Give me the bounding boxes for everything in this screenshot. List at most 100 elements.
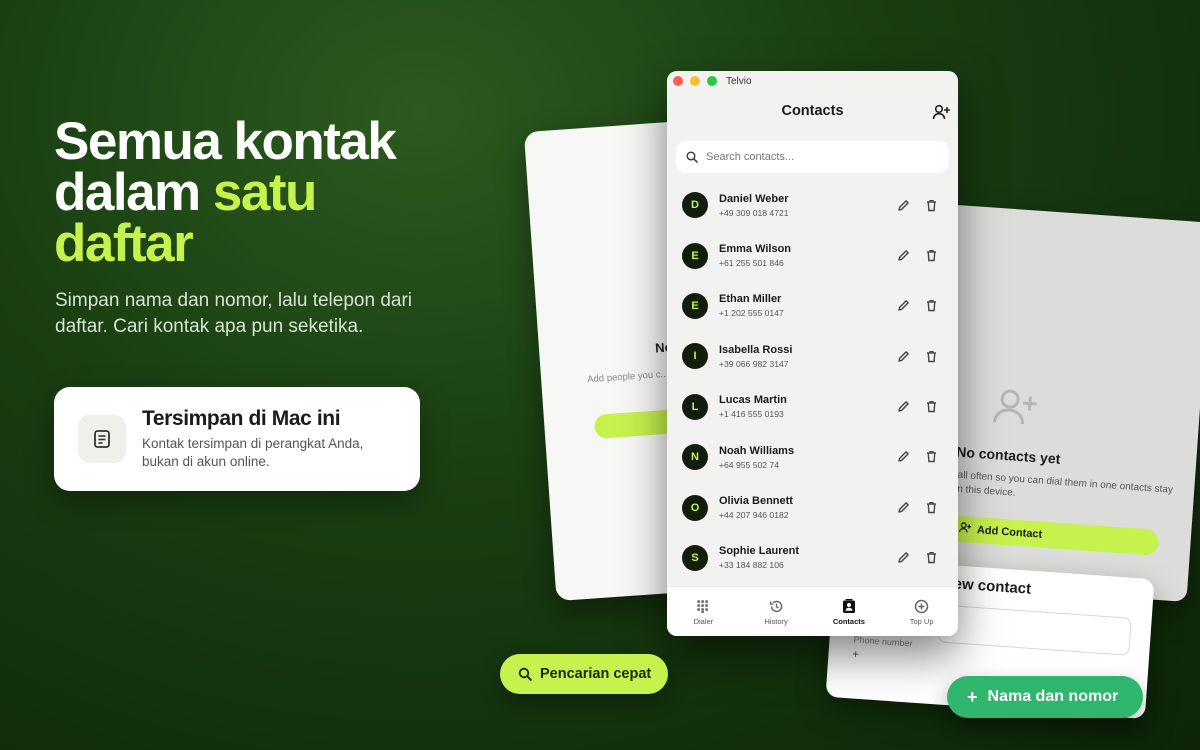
contact-info: Noah Williams +64 955 502 74 <box>719 445 794 470</box>
contact-phone: +49 309 018 4721 <box>719 207 789 218</box>
tab-history[interactable]: History <box>740 587 813 636</box>
edit-icon[interactable] <box>894 398 912 416</box>
contact-name: Sophie Laurent <box>719 545 800 558</box>
trash-icon[interactable] <box>922 297 940 315</box>
contact-phone: +61 255 501 846 <box>719 258 784 269</box>
background-card-right: No contacts yet call often so you can di… <box>917 204 1200 602</box>
edit-icon[interactable] <box>894 196 912 214</box>
contacts-header: Contacts <box>667 91 958 135</box>
search-icon <box>686 151 698 163</box>
row-actions <box>884 549 940 567</box>
contact-row[interactable]: O Olivia Bennett +44 207 946 0182 <box>667 482 958 532</box>
contact-row[interactable]: E Emma Wilson +61 255 501 846 <box>667 230 958 280</box>
avatar: D <box>682 192 708 219</box>
trash-icon[interactable] <box>922 246 940 264</box>
trash-icon[interactable] <box>922 448 940 466</box>
contact-name: Isabella Rossi <box>719 343 793 356</box>
contact-info: Lucas Martin +1 416 555 0193 <box>719 394 787 419</box>
contact-row[interactable]: L Lucas Martin +1 416 555 0193 <box>667 382 958 432</box>
headline-line-2: dalam satu <box>54 166 494 219</box>
edit-icon[interactable] <box>894 246 912 264</box>
contact-row[interactable]: D Daniel Weber +49 309 018 4721 <box>667 180 958 230</box>
add-user-icon <box>932 104 950 120</box>
contact-row[interactable]: S Sophie Laurent +33 184 882 106 <box>667 533 958 583</box>
tab-label: Top Up <box>909 617 934 626</box>
edit-icon[interactable] <box>894 448 912 466</box>
contact-name: Daniel Weber <box>719 192 789 205</box>
zoom-window-button[interactable] <box>707 76 717 86</box>
contact-name: Emma Wilson <box>719 243 792 256</box>
name-and-number-pill: + Nama dan nomor <box>947 676 1143 718</box>
contact-row[interactable]: E Ethan Miller +1 202 555 0147 <box>667 281 958 331</box>
avatar: N <box>682 444 708 471</box>
quick-search-pill: Pencarian cepat <box>500 654 668 694</box>
info-card-title: Tersimpan di Mac ini <box>142 407 341 430</box>
contact-list: D Daniel Weber +49 309 018 4721 E Emma Wilso… <box>667 180 958 585</box>
edit-icon[interactable] <box>894 297 912 315</box>
tab-bar: Dialer History Contacts Top Up <box>667 586 958 636</box>
plus-circle-icon <box>914 597 929 615</box>
tab-dialer[interactable]: Dialer <box>667 587 740 636</box>
hero-headline: Semua kontak dalam satu daftar <box>54 112 494 270</box>
edit-icon[interactable] <box>894 347 912 365</box>
contact-name: Noah Williams <box>719 444 795 457</box>
page-title: Contacts <box>781 103 844 119</box>
info-card-description: Kontak tersimpan di perangkat Anda, buka… <box>142 436 364 469</box>
minimize-window-button[interactable] <box>690 76 700 86</box>
tab-top-up[interactable]: Top Up <box>885 587 958 636</box>
contact-phone: +1 416 555 0193 <box>719 409 784 420</box>
close-window-button[interactable] <box>673 76 683 86</box>
empty-state-title: No contacts yet <box>955 443 1061 467</box>
edit-icon[interactable] <box>894 498 912 516</box>
contact-row[interactable]: I Isabella Rossi +39 066 982 3147 <box>667 331 958 381</box>
contact-name: Ethan Miller <box>719 293 782 306</box>
edit-icon[interactable] <box>894 549 912 567</box>
trash-icon[interactable] <box>922 498 940 516</box>
plus-icon: + <box>967 686 978 707</box>
row-actions <box>884 196 940 214</box>
new-contact-title: ew contact <box>953 575 1032 598</box>
tab-label: Contacts <box>832 617 865 626</box>
search-input[interactable] <box>706 151 926 163</box>
dialpad-icon <box>696 597 710 615</box>
contact-name: Olivia Bennett <box>719 495 793 508</box>
contact-phone: +39 066 982 3147 <box>719 358 789 369</box>
app-window: Telvio Contacts D Daniel Weber +49 309 018… <box>667 71 958 636</box>
app-name: Telvio <box>726 75 752 87</box>
empty-state-text: call often so you can dial them in one o… <box>951 469 1174 499</box>
contact-row[interactable]: N Noah Williams +64 955 502 74 <box>667 432 958 482</box>
contact-info: Daniel Weber +49 309 018 4721 <box>719 193 789 218</box>
add-contact-button[interactable]: Add Contact <box>948 515 1160 556</box>
contacts-icon <box>842 597 856 615</box>
contact-phone: +1 202 555 0147 <box>719 308 784 319</box>
contact-name: Lucas Martin <box>719 394 787 407</box>
add-contact-label: Add Contact <box>976 524 1043 541</box>
headline-line-1: Semua kontak <box>54 112 397 171</box>
add-user-icon <box>958 522 972 537</box>
tab-contacts[interactable]: Contacts <box>813 587 886 636</box>
document-icon <box>78 415 126 463</box>
hero-subhead: Simpan nama dan nomor, lalu telepon dari… <box>55 290 413 337</box>
trash-icon[interactable] <box>922 398 940 416</box>
row-actions <box>884 246 940 264</box>
name-and-number-label: Nama dan nomor <box>987 688 1119 705</box>
contact-phone: +33 184 882 106 <box>719 560 784 571</box>
trash-icon[interactable] <box>922 196 940 214</box>
avatar: E <box>682 242 708 269</box>
tab-label: Dialer <box>693 617 714 626</box>
info-card: Tersimpan di Mac ini Kontak tersimpan di… <box>54 387 420 491</box>
row-actions <box>884 498 940 516</box>
contact-info: Emma Wilson +61 255 501 846 <box>719 243 791 268</box>
row-actions <box>884 297 940 315</box>
contact-info: Ethan Miller +1 202 555 0147 <box>719 293 784 318</box>
search-bar <box>676 141 949 173</box>
trash-icon[interactable] <box>922 549 940 567</box>
contact-info: Olivia Bennett +44 207 946 0182 <box>719 495 793 520</box>
add-contact-button[interactable] <box>930 101 952 123</box>
search-icon <box>518 667 532 681</box>
tab-label: History <box>764 617 788 626</box>
contact-info: Isabella Rossi +39 066 982 3147 <box>719 344 792 369</box>
quick-search-label: Pencarian cepat <box>540 666 652 682</box>
add-user-icon <box>992 389 1037 425</box>
trash-icon[interactable] <box>922 347 940 365</box>
